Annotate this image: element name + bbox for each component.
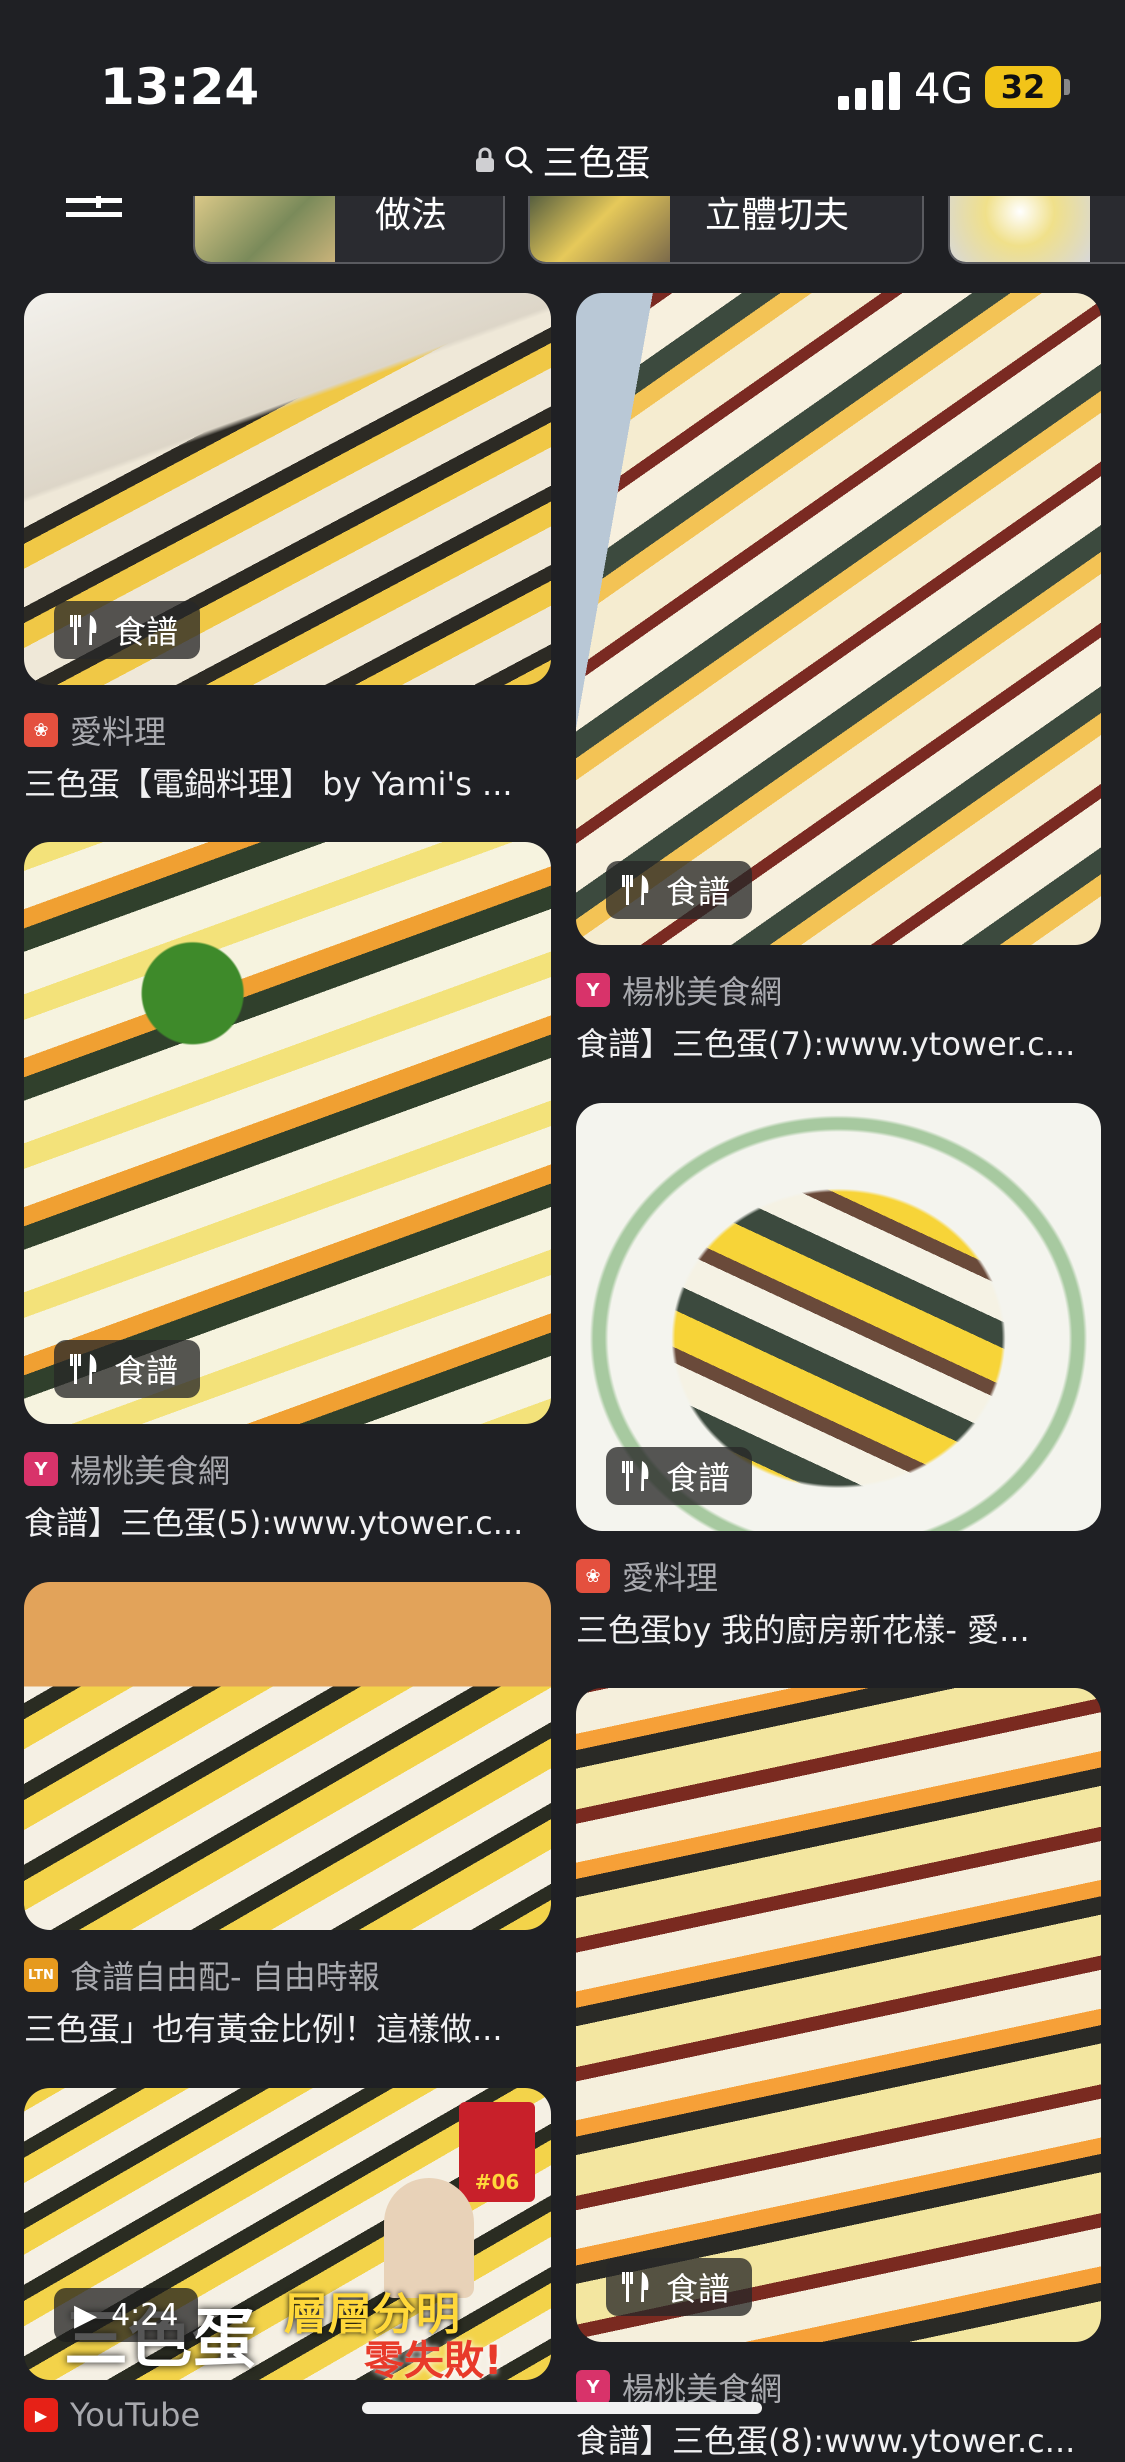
result-image: 食譜	[576, 1688, 1101, 2342]
video-result-card[interactable]: #06 三色蛋 層層分明 零失敗! ▶ 4:24 ▶ YouTube	[24, 2088, 551, 2434]
chip-thumbnail	[950, 196, 1090, 262]
result-image: 食譜	[24, 293, 551, 685]
image-result-card[interactable]: 食譜 Y 楊桃美食網 食譜】三色蛋(8):www.ytower.c...	[576, 1688, 1101, 2460]
recipe-badge-label: 食譜	[114, 613, 179, 651]
status-bar: 13:24 4G 32	[0, 0, 1125, 130]
video-overlay-subtitle-2: 零失敗!	[364, 2338, 503, 2380]
aifood-logo-icon: ❀	[576, 1559, 610, 1593]
chip-thumbnail	[530, 196, 670, 262]
search-query: 三色蛋	[542, 143, 651, 184]
result-title[interactable]: 三色蛋」也有黃金比例！這樣做...	[24, 2004, 551, 2050]
fork-knife-icon	[622, 1461, 649, 1491]
result-image	[24, 1582, 551, 1930]
result-source: ❀ 愛料理	[576, 1553, 718, 1599]
recipe-badge-label: 食譜	[666, 2270, 731, 2308]
image-result-card[interactable]: 食譜 Y 楊桃美食網 食譜】三色蛋(5):www.ytower.c...	[24, 842, 551, 1542]
fork-knife-icon	[622, 875, 649, 905]
recipe-badge-label: 食譜	[114, 1352, 179, 1390]
fork-knife-icon	[622, 2272, 649, 2302]
chip-label: 做法	[375, 196, 448, 236]
result-source: ▶ YouTube	[24, 2396, 200, 2434]
battery-icon: 32	[985, 66, 1061, 108]
chip-label: 立體切夫	[705, 196, 850, 236]
result-image: 食譜	[576, 1103, 1101, 1531]
battery-tip	[1064, 79, 1070, 95]
fork-knife-icon	[70, 1354, 97, 1384]
result-image: 食譜	[576, 293, 1101, 945]
result-title[interactable]: 食譜】三色蛋(7):www.ytower.c...	[576, 1019, 1101, 1065]
result-source: LTN 食譜自由配- 自由時報	[24, 1952, 380, 1998]
search-icon	[505, 146, 533, 174]
network-type: 4G	[914, 64, 974, 113]
related-searches-row: 做法 立體切夫	[0, 196, 1125, 266]
aifood-logo-icon: ❀	[24, 713, 58, 747]
video-thumbnail: #06 三色蛋 層層分明 零失敗! ▶ 4:24	[24, 2088, 551, 2380]
result-source: ❀ 愛料理	[24, 707, 166, 753]
result-title[interactable]: 食譜】三色蛋(5):www.ytower.c...	[24, 1498, 551, 1544]
related-chip-1[interactable]: 做法	[193, 196, 505, 264]
video-duration: 4:24	[111, 2297, 179, 2333]
source-name: 楊桃美食網	[622, 973, 783, 1011]
recipe-badge-label: 食譜	[666, 873, 731, 911]
result-image: 食譜	[24, 842, 551, 1424]
recipe-badge: 食譜	[54, 601, 201, 659]
video-duration-badge: ▶ 4:24	[54, 2288, 199, 2342]
source-name: 楊桃美食網	[70, 1452, 231, 1490]
result-source: Y 楊桃美食網	[576, 967, 782, 1013]
image-result-card[interactable]: 食譜 ❀ 愛料理 三色蛋【電鍋料理】 by Yami's ...	[24, 293, 551, 803]
ltn-logo-icon: LTN	[24, 1958, 58, 1992]
image-result-card[interactable]: 食譜 ❀ 愛料理 三色蛋by 我的廚房新花樣- 愛...	[576, 1103, 1101, 1649]
filter-icon[interactable]	[66, 196, 126, 222]
ytower-logo-icon: Y	[576, 2370, 610, 2404]
address-bar[interactable]: 三色蛋	[0, 130, 1125, 190]
related-chip-2[interactable]: 立體切夫	[528, 196, 924, 264]
recipe-badge: 食譜	[606, 2258, 753, 2316]
related-chip-3[interactable]	[948, 196, 1125, 264]
source-name: 愛料理	[70, 713, 167, 751]
recipe-badge: 食譜	[606, 1447, 753, 1505]
play-icon: ▶	[74, 2297, 98, 2333]
clock: 13:24	[100, 58, 260, 116]
ytower-logo-icon: Y	[24, 1452, 58, 1486]
result-title[interactable]: 三色蛋by 我的廚房新花樣- 愛...	[576, 1605, 1101, 1651]
result-title[interactable]: 三色蛋【電鍋料理】 by Yami's ...	[24, 759, 551, 805]
image-result-card[interactable]: 食譜 Y 楊桃美食網 食譜】三色蛋(7):www.ytower.c...	[576, 293, 1101, 1063]
result-title[interactable]: 食譜】三色蛋(8):www.ytower.c...	[576, 2416, 1101, 2462]
cellular-signal-icon	[838, 70, 902, 110]
home-indicator[interactable]	[362, 2402, 762, 2414]
result-source: Y 楊桃美食網	[24, 1446, 230, 1492]
recipe-badge-label: 食譜	[666, 1459, 731, 1497]
source-name: 愛料理	[622, 1559, 719, 1597]
source-name: YouTube	[70, 2396, 201, 2434]
episode-tag: #06	[459, 2102, 535, 2202]
youtube-logo-icon: ▶	[24, 2398, 58, 2432]
image-result-card[interactable]: LTN 食譜自由配- 自由時報 三色蛋」也有黃金比例！這樣做...	[24, 1582, 551, 2048]
ytower-logo-icon: Y	[576, 973, 610, 1007]
source-name: 食譜自由配- 自由時報	[70, 1958, 380, 1996]
fork-knife-icon	[70, 615, 97, 645]
lock-icon	[476, 147, 495, 172]
chip-thumbnail	[195, 196, 335, 262]
recipe-badge: 食譜	[606, 861, 753, 919]
recipe-badge: 食譜	[54, 1340, 201, 1398]
